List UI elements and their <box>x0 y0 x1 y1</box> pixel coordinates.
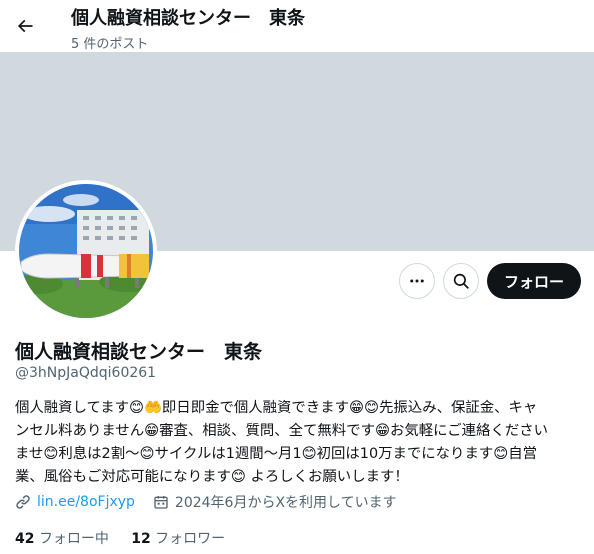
bio-text: ンセル料ありません <box>15 423 145 439</box>
user-handle: @3hNpJaQdqi60261 <box>15 365 157 381</box>
bio-text: 業、風俗もご対応可能になります <box>15 469 231 485</box>
join-date: 2024年6月からXを利用しています <box>174 495 397 511</box>
profile-bio: 個人融資してます😊🤲即日即金で個人融資できます😁😊先振込み、保証金、キャ ンセル… <box>15 397 580 489</box>
bio-line: 業、風俗もご対応可能になります😊 よろしくお願いします！ <box>15 466 580 489</box>
bio-emoji: 😊 <box>43 446 59 462</box>
more-dots-icon <box>410 279 424 283</box>
bio-text: い <box>533 423 549 439</box>
bio-text: 初回は10万までになります <box>316 446 494 462</box>
calendar-icon <box>154 496 168 509</box>
profile-meta: lin.ee/8oFjxyp 2024年6月からXを利用しています <box>15 492 397 512</box>
more-button[interactable] <box>399 263 435 299</box>
bio-line: ませ😊利息は2割～😊サイクルは1週間～月1😊初回は10万までになります😊自営 <box>15 443 580 466</box>
profile-link[interactable]: lin.ee/8oFjxyp <box>37 494 135 510</box>
display-name: 個人融資相談センター 東条 <box>15 341 263 363</box>
bio-text: 先振込み、保証金、キャ <box>379 400 538 416</box>
bio-line: ンセル料ありません😁審査、相談、質問、全て無料です😁お気軽にご連絡ください <box>15 420 580 443</box>
bio-emoji: 😊 <box>493 446 509 462</box>
followers-link[interactable]: 12 フォロワー <box>131 531 225 547</box>
search-button[interactable] <box>443 263 479 299</box>
bio-text: 利息は2割～ <box>58 446 140 462</box>
followers-label: フォロワー <box>155 531 226 547</box>
bio-text: ませ <box>15 446 44 462</box>
bio-emoji: 😊 <box>230 469 246 485</box>
bio-emoji: 😊 <box>139 446 155 462</box>
following-count: 42 <box>15 531 35 547</box>
arrow-left-icon <box>17 19 33 33</box>
bio-line: 個人融資してます😊🤲即日即金で個人融資できます😁😊先振込み、保証金、キャ <box>15 397 580 420</box>
follow-stats: 42 フォロー中 12 フォロワー <box>15 528 225 548</box>
bio-text: 個人融資してます <box>15 400 129 416</box>
header-title: 個人融資相談センター 東条 <box>71 8 305 29</box>
search-icon <box>453 273 469 289</box>
following-label: フォロー中 <box>38 531 109 547</box>
bio-text: 審査、相談、質問、全て無料です <box>159 423 375 439</box>
bio-emoji: 😁😊 <box>349 400 380 416</box>
bio-emoji: 😁 <box>374 423 390 439</box>
bio-emoji: 😁 <box>144 423 160 439</box>
link-icon <box>16 495 30 509</box>
post-count: 5 件のポスト <box>71 37 149 52</box>
back-button[interactable] <box>8 9 42 43</box>
avatar-image <box>19 184 153 318</box>
bio-emoji: 😊 <box>301 446 317 462</box>
bio-text: 自営 <box>508 446 538 462</box>
avatar[interactable] <box>15 180 157 322</box>
bio-text: サイクルは1週間～月1 <box>154 446 302 462</box>
bio-emoji: 😊🤲 <box>128 400 162 416</box>
bio-text: 即日即金で個人融資できます <box>161 400 349 416</box>
bio-text: お気軽にご連絡くださ <box>390 423 534 439</box>
followers-count: 12 <box>131 531 151 547</box>
follow-button[interactable]: フォロー <box>487 263 581 299</box>
bio-text: よろしくお願いします！ <box>245 469 409 485</box>
profile-header: 個人融資相談センター 東条 5 件のポスト <box>0 0 594 52</box>
following-link[interactable]: 42 フォロー中 <box>15 531 109 547</box>
